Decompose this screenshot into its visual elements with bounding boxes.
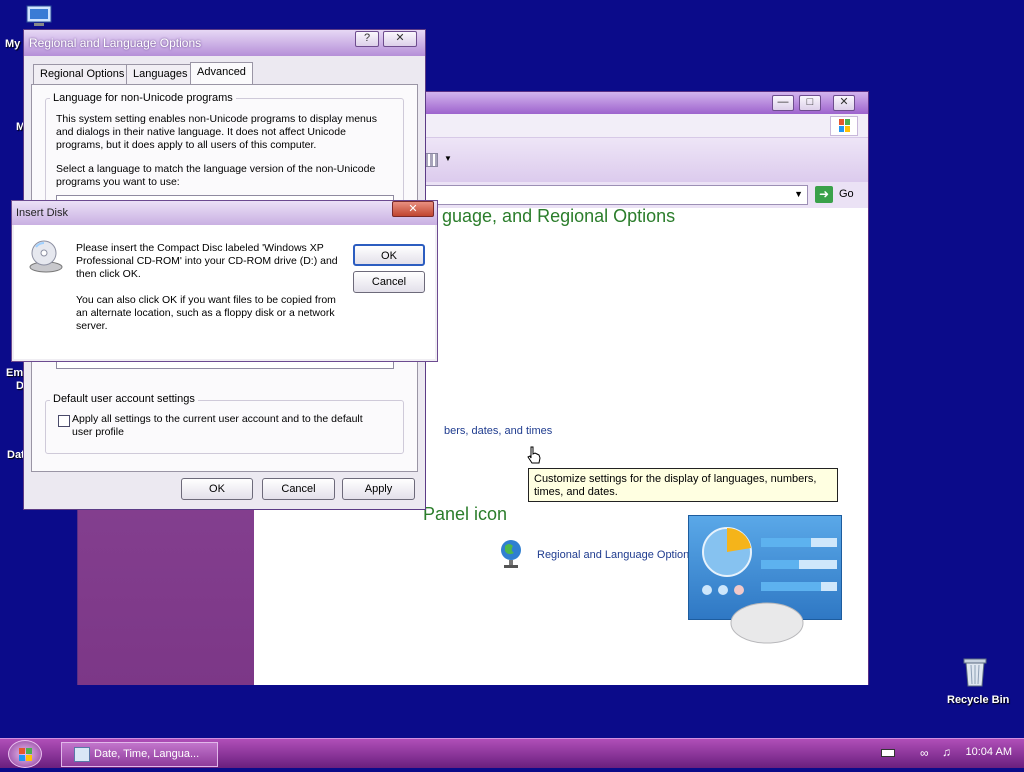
- regional-language-options-link[interactable]: Regional and Language Options: [537, 549, 695, 561]
- address-dropdown-icon[interactable]: ▼: [794, 189, 803, 199]
- close-button[interactable]: ✕: [392, 201, 434, 217]
- regional-titlebar[interactable]: Regional and Language Options ? ✕: [24, 30, 425, 56]
- hand-cursor-icon: [527, 446, 541, 469]
- taskbar-task-label: Date, Time, Langua...: [94, 748, 200, 760]
- windows-flag-icon: [19, 748, 32, 761]
- tab-advanced[interactable]: Advanced: [190, 62, 253, 86]
- control-panel-illustration: [688, 515, 842, 644]
- dialog-title: Regional and Language Options: [29, 36, 202, 50]
- non-unicode-description: This system setting enables non-Unicode …: [56, 113, 377, 151]
- volume-icon[interactable]: ♫: [942, 745, 951, 759]
- select-language-instruction: Select a language to match the language …: [56, 163, 376, 188]
- my-computer-icon[interactable]: [24, 4, 54, 30]
- go-button-label[interactable]: Go: [839, 188, 854, 200]
- recycle-bin-label[interactable]: Recycle Bin: [947, 694, 1009, 706]
- cancel-button[interactable]: Cancel: [353, 271, 425, 293]
- tooltip: Customize settings for the display of la…: [528, 468, 838, 502]
- start-button[interactable]: [8, 740, 42, 768]
- keyboard-icon[interactable]: [881, 749, 895, 757]
- insert-disk-dialog: Insert Disk ✕ Please insert the Compact …: [11, 200, 438, 362]
- ok-button[interactable]: OK: [353, 244, 425, 266]
- ok-button[interactable]: OK: [181, 478, 253, 500]
- insert-disk-body: Please insert the Compact Disc labeled '…: [14, 225, 435, 359]
- apply-button[interactable]: Apply: [342, 478, 415, 500]
- insert-disk-title: Insert Disk: [16, 207, 68, 219]
- cancel-button[interactable]: Cancel: [262, 478, 335, 500]
- close-button[interactable]: ✕: [383, 31, 417, 47]
- category-heading: guage, and Regional Options: [442, 206, 676, 226]
- panel-icon-heading: Panel icon: [423, 504, 508, 524]
- close-button[interactable]: ✕: [833, 95, 855, 111]
- taskbar-task-button[interactable]: Date, Time, Langua...: [61, 742, 218, 767]
- default-user-group-title: Default user account settings: [50, 393, 198, 405]
- minimize-button[interactable]: —: [772, 95, 794, 111]
- go-arrow-icon[interactable]: ➜: [815, 186, 833, 203]
- desktop-label-my: My: [5, 38, 21, 50]
- alternate-location-message: You can also click OK if you want files …: [76, 294, 336, 332]
- views-icon[interactable]: [424, 153, 438, 167]
- globe-icon[interactable]: [498, 538, 524, 570]
- non-unicode-group-title: Language for non-Unicode programs: [50, 92, 236, 104]
- windows-logo-icon: [830, 116, 858, 136]
- tab-regional-options[interactable]: Regional Options: [33, 64, 132, 85]
- numbers-dates-link[interactable]: bers, dates, and times: [444, 425, 552, 437]
- tab-languages[interactable]: Languages: [126, 64, 195, 85]
- maximize-button[interactable]: □: [799, 95, 821, 111]
- views-dropdown-icon[interactable]: ▼: [444, 154, 452, 163]
- cd-drive-icon: [28, 239, 64, 275]
- help-button[interactable]: ?: [355, 31, 379, 47]
- insert-disk-titlebar[interactable]: Insert Disk ✕: [12, 201, 437, 225]
- insert-disk-message: Please insert the Compact Disc labeled '…: [76, 242, 338, 280]
- desktop-label-em: Em: [6, 367, 24, 379]
- clock[interactable]: 10:04 AM: [966, 746, 1012, 758]
- taskbar: Date, Time, Langua... ∞ ♫ 10:04 AM: [0, 738, 1024, 768]
- network-icon[interactable]: ∞: [920, 746, 934, 760]
- recycle-bin-icon[interactable]: [960, 656, 990, 688]
- apply-all-checkbox-label[interactable]: Apply all settings to the current user a…: [72, 413, 372, 439]
- apply-all-checkbox[interactable]: [58, 415, 70, 427]
- control-panel-icon: [74, 747, 90, 762]
- tooltip-text: Customize settings for the display of la…: [534, 473, 817, 498]
